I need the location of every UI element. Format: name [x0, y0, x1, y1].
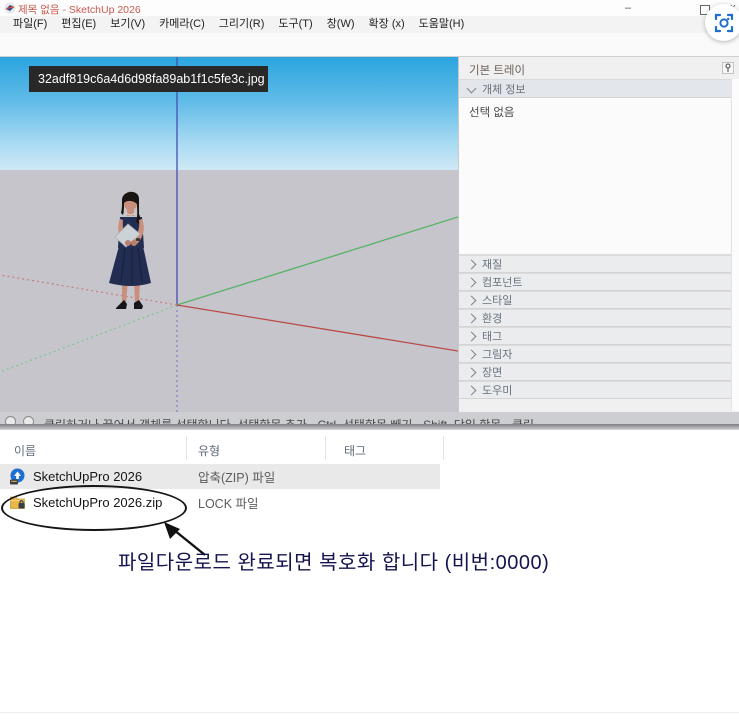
- selection-status: 선택 없음: [469, 104, 515, 120]
- chevron-right-icon: [467, 331, 477, 341]
- file-explorer: 이름 유형 태그 SketchUpPro 2026 압축(ZIP) 파일: [0, 430, 739, 720]
- tray-section-components[interactable]: 컴포넌트: [459, 273, 739, 291]
- screenshot-root: 제목 없음 - SketchUp 2026 – × 파일(F) 편집(E) 보기…: [0, 0, 739, 720]
- file-type: LOCK 파일: [198, 493, 259, 512]
- annotation-text: 파일다운로드 완료되면 복호화 합니다 (비번:0000): [118, 546, 549, 575]
- tray-section-label: 개체 정보: [482, 81, 526, 97]
- column-header-name[interactable]: 이름: [14, 442, 36, 459]
- tray-section-label: 태그: [482, 328, 502, 344]
- chevron-right-icon: [467, 349, 477, 359]
- column-separator[interactable]: [186, 436, 187, 460]
- tray-section-label: 스타일: [482, 292, 512, 308]
- menu-edit[interactable]: 편집(E): [54, 16, 103, 33]
- sketchup-logo-icon: [4, 2, 16, 14]
- filename-overlay: 32adf819c6a4d6d98fa89ab1f1c5fe3c.jpg: [29, 66, 268, 92]
- chevron-right-icon: [467, 313, 477, 323]
- tray-section-tags[interactable]: 태그: [459, 327, 739, 345]
- menu-file[interactable]: 파일(F): [6, 16, 54, 33]
- tray-section-styles[interactable]: 스타일: [459, 291, 739, 309]
- zip-installer-icon: [9, 468, 26, 485]
- tray-section-environment[interactable]: 환경: [459, 309, 739, 327]
- tray-section-label: 그림자: [482, 346, 512, 362]
- column-header-type[interactable]: 유형: [198, 442, 220, 459]
- geolocation-icon[interactable]: [5, 416, 16, 424]
- minimize-button[interactable]: –: [622, 2, 634, 14]
- column-separator[interactable]: [443, 436, 444, 460]
- chevron-right-icon: [467, 295, 477, 305]
- title-bar: 제목 없음 - SketchUp 2026 – ×: [0, 0, 739, 16]
- menu-draw[interactable]: 그리기(R): [212, 16, 272, 33]
- tray-section-entity-info[interactable]: 개체 정보: [459, 79, 739, 98]
- entity-info-body: 선택 없음: [459, 98, 739, 255]
- tray-section-shadows[interactable]: 그림자: [459, 345, 739, 363]
- menu-camera[interactable]: 카메라(C): [152, 16, 212, 33]
- file-type: 압축(ZIP) 파일: [198, 467, 275, 486]
- status-bar: 클릭하거나 끌어서 객체를 선택합니다. 선택항목 추가 - Ctrl. 선택항…: [0, 412, 739, 424]
- tray-section-label: 컴포넌트: [482, 274, 522, 290]
- default-tray-panel: 기본 트레이 개체 정보 선택 없음 재질 컴포넌트 스타일 환경: [458, 57, 739, 412]
- screen-capture-button[interactable]: [705, 4, 739, 41]
- chevron-right-icon: [467, 259, 477, 269]
- viewport-axes: [0, 57, 458, 412]
- person-figure[interactable]: [95, 186, 170, 316]
- toolbar: ▾ 32adf819c6a4d6d98fa89ab1f1c5fe3c.jpg: [0, 33, 739, 57]
- menu-help[interactable]: 도움말(H): [412, 16, 472, 33]
- column-header-tags[interactable]: 태그: [344, 442, 366, 459]
- tray-title: 기본 트레이: [469, 62, 525, 78]
- tray-section-label: 환경: [482, 310, 502, 326]
- tray-section-scenes[interactable]: 장면: [459, 363, 739, 381]
- credits-icon[interactable]: [23, 416, 34, 424]
- chevron-right-icon: [467, 385, 477, 395]
- file-name: SketchUpPro 2026: [33, 469, 142, 484]
- page-bottom-divider: [0, 712, 739, 713]
- tray-section-label: 도우미: [482, 382, 512, 398]
- screen-capture-icon: [714, 13, 734, 33]
- column-separator[interactable]: [325, 436, 326, 460]
- status-hint: 클릭하거나 끌어서 객체를 선택합니다. 선택항목 추가 - Ctrl. 선택항…: [44, 416, 534, 424]
- chevron-right-icon: [467, 277, 477, 287]
- menu-window[interactable]: 창(W): [320, 16, 362, 33]
- tray-section-label: 장면: [482, 364, 502, 380]
- viewport[interactable]: [0, 57, 458, 412]
- menu-tools[interactable]: 도구(T): [271, 16, 319, 33]
- chevron-right-icon: [467, 367, 477, 377]
- tray-section-materials[interactable]: 재질: [459, 255, 739, 273]
- window-title: 제목 없음 - SketchUp 2026: [18, 2, 141, 17]
- tray-section-label: 재질: [482, 256, 502, 272]
- chevron-down-icon: [467, 84, 477, 94]
- menu-extensions[interactable]: 확장 (x): [362, 16, 412, 33]
- tray-section-instructor[interactable]: 도우미: [459, 381, 739, 399]
- menu-view[interactable]: 보기(V): [103, 16, 152, 33]
- menu-bar: 파일(F) 편집(E) 보기(V) 카메라(C) 그리기(R) 도구(T) 창(…: [0, 16, 739, 33]
- pin-icon[interactable]: [722, 62, 734, 74]
- tray-scrollbar[interactable]: [731, 79, 739, 411]
